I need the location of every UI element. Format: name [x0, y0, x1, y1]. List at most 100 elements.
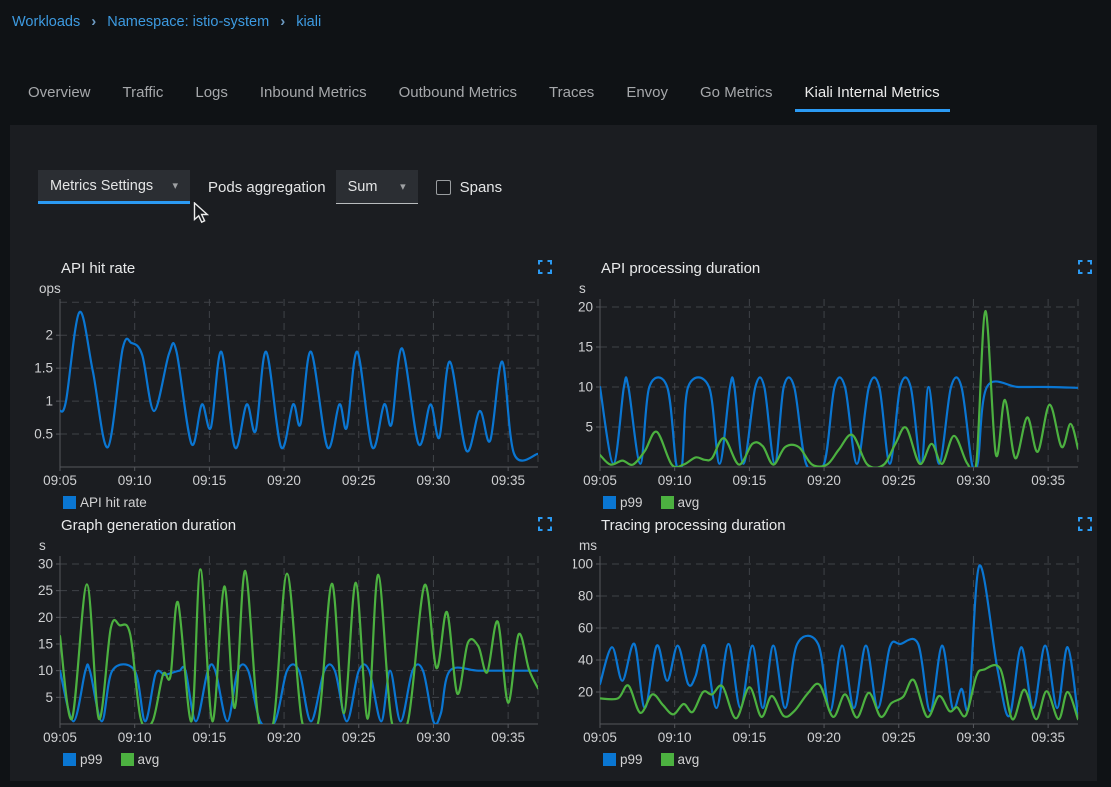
svg-text:15: 15 [578, 340, 593, 355]
svg-text:09:30: 09:30 [957, 730, 991, 745]
legend-label: avg [138, 752, 160, 767]
legend-item[interactable]: p99 [603, 495, 643, 510]
chart-legend: API hit rate [63, 495, 568, 510]
tab-kiali-internal-metrics[interactable]: Kiali Internal Metrics [795, 78, 950, 112]
svg-text:30: 30 [38, 557, 53, 572]
svg-text:09:10: 09:10 [658, 730, 692, 745]
svg-text:09:35: 09:35 [1031, 473, 1065, 488]
tab-logs[interactable]: Logs [185, 78, 238, 112]
chart-title: API hit rate [61, 260, 135, 277]
chart-api-hit-rate: API hit rate ops0.511.5209:0509:1009:150… [33, 255, 568, 510]
legend-label: API hit rate [80, 495, 147, 510]
legend-swatch [661, 496, 674, 509]
tab-traces[interactable]: Traces [539, 78, 604, 112]
svg-text:09:20: 09:20 [807, 730, 841, 745]
svg-text:09:25: 09:25 [342, 473, 376, 488]
svg-text:09:15: 09:15 [192, 730, 226, 745]
svg-text:09:05: 09:05 [43, 473, 77, 488]
expand-icon[interactable] [538, 517, 552, 531]
svg-text:1.5: 1.5 [34, 361, 53, 376]
legend-item[interactable]: avg [121, 752, 160, 767]
breadcrumb-link-workload[interactable]: kiali [296, 14, 321, 30]
legend-swatch [121, 753, 134, 766]
svg-text:1: 1 [45, 394, 53, 409]
tab-bar: Overview Traffic Logs Inbound Metrics Ou… [18, 78, 962, 112]
svg-text:09:30: 09:30 [417, 730, 451, 745]
pods-aggregation-value: Sum [348, 179, 378, 195]
metrics-settings-dropdown[interactable]: Metrics Settings ▾ [38, 170, 190, 204]
tab-traffic[interactable]: Traffic [113, 78, 174, 112]
tab-outbound-metrics[interactable]: Outbound Metrics [389, 78, 527, 112]
spans-checkbox-label: Spans [460, 179, 503, 196]
chart-graph-generation-duration: Graph generation duration s5101520253009… [33, 512, 568, 767]
spans-checkbox[interactable] [436, 180, 451, 195]
caret-down-icon: ▾ [172, 179, 178, 192]
expand-icon[interactable] [1078, 517, 1092, 531]
legend-item[interactable]: p99 [63, 752, 103, 767]
chart-legend: p99 avg [63, 752, 568, 767]
svg-text:20: 20 [578, 685, 593, 700]
expand-icon[interactable] [538, 260, 552, 274]
legend-item[interactable]: avg [661, 495, 700, 510]
svg-text:09:10: 09:10 [658, 473, 692, 488]
chart-plot[interactable]: ops0.511.5209:0509:1009:1509:2009:2509:3… [33, 281, 568, 491]
svg-text:09:25: 09:25 [342, 730, 376, 745]
breadcrumb-link-workloads[interactable]: Workloads [12, 14, 80, 30]
pods-aggregation-label: Pods aggregation [208, 179, 326, 196]
svg-text:25: 25 [38, 583, 53, 598]
chart-title: API processing duration [601, 260, 760, 277]
metrics-toolbar: Metrics Settings ▾ Pods aggregation Sum … [38, 170, 502, 204]
tab-go-metrics[interactable]: Go Metrics [690, 78, 783, 112]
breadcrumb-separator-icon: › [280, 13, 285, 30]
legend-item[interactable]: p99 [603, 752, 643, 767]
chart-title: Graph generation duration [61, 517, 236, 534]
legend-item[interactable]: avg [661, 752, 700, 767]
chart-title: Tracing processing duration [601, 517, 786, 534]
chart-legend: p99 avg [603, 495, 1108, 510]
svg-text:100: 100 [573, 557, 593, 572]
spans-checkbox-group: Spans [436, 179, 503, 196]
chart-api-processing-duration: API processing duration s510152009:0509:… [573, 255, 1108, 510]
breadcrumb-link-namespace[interactable]: Namespace: istio-system [107, 14, 269, 30]
svg-text:20: 20 [38, 610, 53, 625]
svg-text:2: 2 [45, 328, 53, 343]
expand-icon[interactable] [1078, 260, 1092, 274]
svg-text:09:10: 09:10 [118, 473, 152, 488]
chart-tracing-processing-duration: Tracing processing duration ms2040608010… [573, 512, 1108, 767]
tab-envoy[interactable]: Envoy [616, 78, 678, 112]
chart-plot[interactable]: s510152009:0509:1009:1509:2009:2509:3009… [573, 281, 1108, 491]
svg-text:09:30: 09:30 [957, 473, 991, 488]
legend-label: p99 [80, 752, 103, 767]
svg-text:09:25: 09:25 [882, 473, 916, 488]
breadcrumb-separator-icon: › [91, 13, 96, 30]
svg-text:20: 20 [578, 300, 593, 315]
legend-swatch [63, 753, 76, 766]
chart-plot[interactable]: s5101520253009:0509:1009:1509:2009:2509:… [33, 538, 568, 748]
svg-text:09:35: 09:35 [1031, 730, 1065, 745]
svg-text:09:20: 09:20 [807, 473, 841, 488]
legend-label: avg [678, 752, 700, 767]
chart-plot[interactable]: ms2040608010009:0509:1009:1509:2009:2509… [573, 538, 1108, 748]
svg-text:60: 60 [578, 621, 593, 636]
pods-aggregation-dropdown[interactable]: Sum ▾ [336, 170, 418, 204]
svg-text:09:30: 09:30 [417, 473, 451, 488]
metrics-settings-label: Metrics Settings [50, 178, 153, 194]
svg-text:10: 10 [578, 380, 593, 395]
svg-text:s: s [39, 538, 46, 553]
chart-header: API hit rate [33, 255, 568, 281]
svg-text:5: 5 [45, 690, 53, 705]
svg-text:5: 5 [585, 420, 593, 435]
breadcrumb: Workloads › Namespace: istio-system › ki… [12, 13, 321, 30]
tab-inbound-metrics[interactable]: Inbound Metrics [250, 78, 377, 112]
svg-text:10: 10 [38, 663, 53, 678]
chart-header: API processing duration [573, 255, 1108, 281]
legend-item[interactable]: API hit rate [63, 495, 147, 510]
svg-text:09:10: 09:10 [118, 730, 152, 745]
tab-overview[interactable]: Overview [18, 78, 101, 112]
content-panel: Metrics Settings ▾ Pods aggregation Sum … [10, 125, 1097, 781]
svg-text:80: 80 [578, 589, 593, 604]
svg-text:09:05: 09:05 [583, 730, 617, 745]
svg-text:09:15: 09:15 [192, 473, 226, 488]
svg-text:09:05: 09:05 [43, 730, 77, 745]
svg-text:09:20: 09:20 [267, 473, 301, 488]
